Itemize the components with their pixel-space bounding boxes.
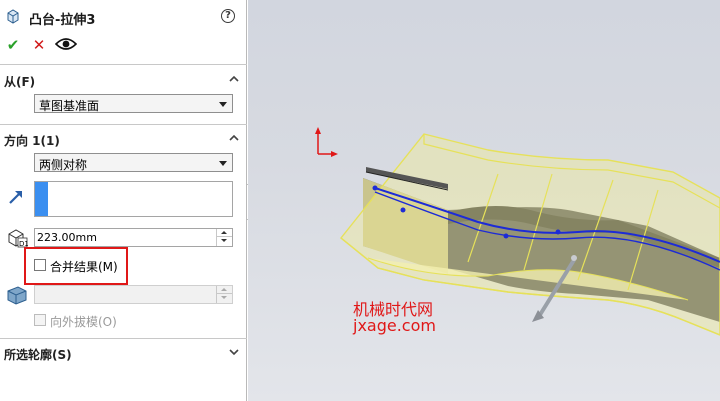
start-condition-value: 草图基准面 xyxy=(39,99,100,113)
chevron-down-icon[interactable] xyxy=(229,347,239,357)
cancel-icon[interactable]: ✕ xyxy=(30,36,48,54)
depth-icon: D1 xyxy=(8,229,28,248)
depth-input[interactable]: 223.00mm xyxy=(34,228,233,247)
property-manager: 凸台-拉伸3 ? ✔ ✕ 从(F) 草图基准面 方向 1(1) 两侧对称 D1 … xyxy=(0,0,247,401)
chevron-up-icon[interactable] xyxy=(229,74,239,84)
draft-outward-checkbox xyxy=(34,314,46,326)
help-icon[interactable]: ? xyxy=(221,9,235,23)
triad-icon xyxy=(315,127,338,157)
section-direction1-header[interactable]: 方向 1(1) xyxy=(0,129,247,149)
depth-increment-button[interactable] xyxy=(217,229,232,237)
section-direction1-label: 方向 1(1) xyxy=(4,134,60,148)
draft-angle-input xyxy=(34,285,233,304)
panel-title: 凸台-拉伸3 xyxy=(29,13,96,28)
section-contours-label: 所选轮廓(S) xyxy=(4,348,72,362)
direction-reference-box[interactable] xyxy=(34,181,233,217)
extrude-feature-icon xyxy=(7,9,19,24)
depth-spinner xyxy=(216,229,232,246)
end-condition-value: 两侧对称 xyxy=(39,158,88,172)
depth-value: 223.00mm xyxy=(37,231,97,244)
end-condition-select[interactable]: 两侧对称 xyxy=(34,153,233,172)
start-condition-select[interactable]: 草图基准面 xyxy=(34,94,233,113)
dropdown-arrow-icon xyxy=(219,102,227,107)
draft-angle-spinner xyxy=(216,286,232,303)
draft-increment-button xyxy=(217,286,232,294)
title-bar: 凸台-拉伸3 ? xyxy=(0,0,247,32)
watermark-line2: jxage.com xyxy=(353,316,436,335)
dropdown-arrow-icon xyxy=(219,161,227,166)
draft-icon[interactable] xyxy=(6,283,28,305)
ok-icon[interactable]: ✔ xyxy=(4,36,22,54)
direction-arrow-icon[interactable] xyxy=(6,186,28,208)
draft-outward-label: 向外拔模(O) xyxy=(50,315,117,329)
selection-accent xyxy=(35,182,48,216)
section-from-label: 从(F) xyxy=(4,75,36,89)
divider xyxy=(0,124,247,125)
section-from-header[interactable]: 从(F) xyxy=(0,70,247,90)
graphics-area[interactable]: 机械时代网 jxage.com xyxy=(248,0,720,401)
draft-decrement-button xyxy=(217,294,232,302)
divider xyxy=(0,64,247,65)
section-contours-header[interactable]: 所选轮廓(S) xyxy=(0,343,247,363)
divider xyxy=(0,338,247,339)
model-preview xyxy=(315,127,720,336)
depth-decrement-button[interactable] xyxy=(217,237,232,245)
eye-icon[interactable] xyxy=(55,37,77,51)
merge-result-highlight xyxy=(24,247,128,285)
chevron-up-icon[interactable] xyxy=(229,133,239,143)
